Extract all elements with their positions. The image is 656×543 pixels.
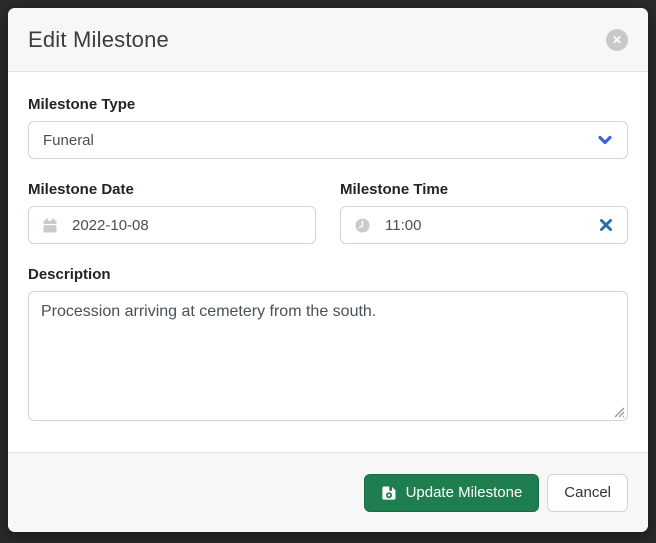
chevron-down-icon [597, 132, 613, 148]
milestone-date-input[interactable] [72, 217, 301, 234]
dialog-footer: Update Milestone Cancel [8, 452, 648, 532]
milestone-time-label: Milestone Time [340, 181, 628, 198]
milestone-type-group: Milestone Type Funeral [28, 96, 628, 159]
modal-backdrop: { "modal": { "title": "Edit Milestone" }… [0, 0, 656, 543]
update-milestone-button[interactable]: Update Milestone [364, 474, 540, 512]
clock-icon [355, 218, 370, 233]
edit-milestone-dialog: Edit Milestone ✕ Milestone Type Funeral … [8, 8, 648, 532]
update-milestone-label: Update Milestone [406, 484, 523, 501]
milestone-date-field[interactable] [28, 206, 316, 244]
dialog-header: Edit Milestone ✕ [8, 8, 648, 72]
close-button[interactable]: ✕ [606, 29, 628, 51]
description-textarea[interactable]: Procession arriving at cemetery from the… [28, 291, 628, 421]
clear-time-icon[interactable] [599, 218, 613, 232]
cancel-button[interactable]: Cancel [547, 474, 628, 512]
save-icon [381, 485, 397, 501]
description-label: Description [28, 266, 628, 283]
calendar-icon [43, 218, 57, 233]
description-wrap: Procession arriving at cemetery from the… [28, 291, 628, 421]
date-time-row: Milestone Date Milestone Time [28, 181, 628, 244]
cancel-label: Cancel [564, 484, 611, 501]
dialog-body: Milestone Type Funeral Milestone Date [8, 72, 648, 452]
milestone-time-input[interactable] [385, 217, 584, 234]
resize-handle-icon[interactable] [612, 405, 625, 418]
description-group: Description Procession arriving at cemet… [28, 266, 628, 421]
milestone-type-label: Milestone Type [28, 96, 628, 113]
milestone-date-group: Milestone Date [28, 181, 316, 244]
milestone-date-label: Milestone Date [28, 181, 316, 198]
milestone-type-value: Funeral [43, 132, 94, 149]
close-icon: ✕ [612, 29, 622, 51]
milestone-time-field[interactable] [340, 206, 628, 244]
dialog-title: Edit Milestone [28, 27, 169, 53]
milestone-type-select[interactable]: Funeral [28, 121, 628, 159]
milestone-time-group: Milestone Time [340, 181, 628, 244]
